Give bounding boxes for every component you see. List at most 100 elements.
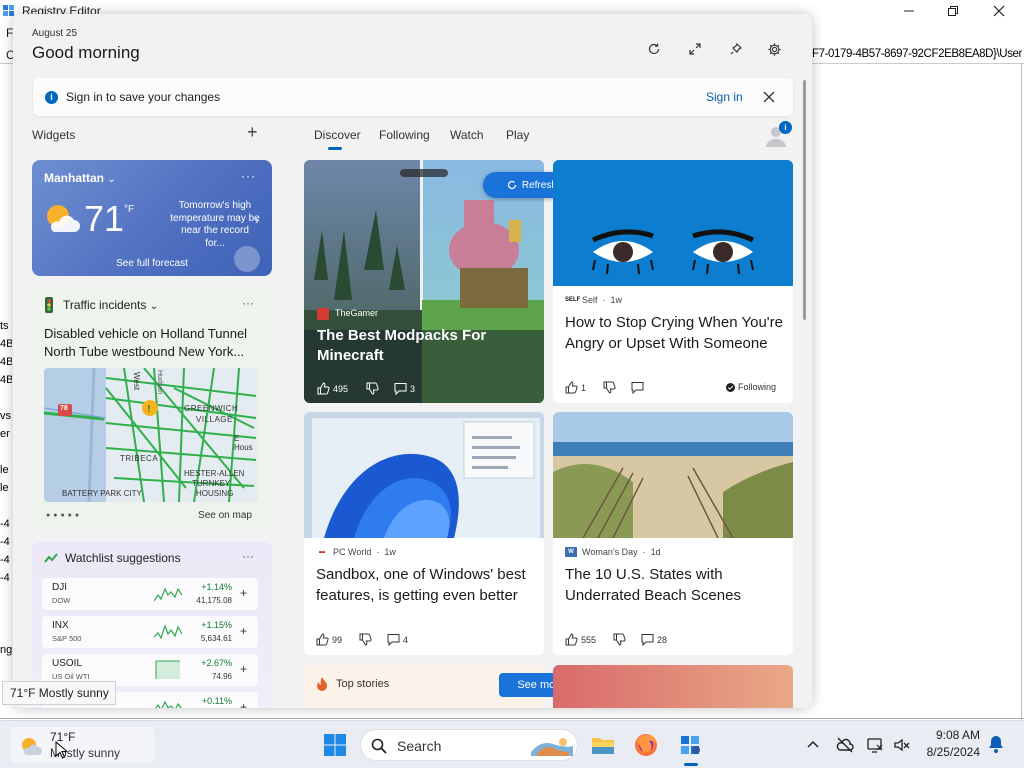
see-on-map-button[interactable]: See on map (190, 507, 260, 525)
notification-bell-icon[interactable] (988, 735, 1004, 753)
network-icon[interactable] (866, 736, 884, 754)
card-source[interactable]: ▬ PC World · 1w (316, 547, 396, 557)
add-stock-button[interactable]: + (240, 624, 247, 638)
card-title[interactable]: How to Stop Crying When You're Angry or … (565, 312, 785, 354)
mouse-cursor-icon (55, 741, 67, 759)
feed-card-crying[interactable]: SELF Self · 1w How to Stop Crying When You… (553, 160, 793, 403)
like-count: 555 (581, 634, 597, 645)
pin-button[interactable] (725, 38, 747, 60)
weather-widget[interactable]: Manhattan ⌄ ··· 71 °F Tomorrow's high te… (32, 160, 272, 276)
comment-button[interactable]: 28 (641, 633, 667, 646)
stock-symbol: USOIL (52, 658, 83, 669)
expand-button[interactable] (684, 38, 706, 60)
weather-unit: °F (124, 204, 135, 215)
close-window-button[interactable] (976, 0, 1022, 22)
card-source[interactable]: SELF Self · 1w (565, 295, 622, 305)
signin-link[interactable]: Sign in (706, 90, 743, 104)
taskbar-date[interactable]: 8/25/2024 (918, 745, 980, 759)
watchlist-more-button[interactable]: ··· (242, 549, 254, 563)
registry-editor-icon[interactable] (677, 731, 705, 759)
add-stock-button[interactable]: + (240, 662, 247, 676)
traffic-more-button[interactable]: ··· (242, 296, 254, 310)
tab-discover[interactable]: Discover (314, 128, 361, 142)
source-logo: W (565, 547, 577, 557)
chevron-up-icon[interactable] (804, 736, 822, 754)
registry-tree-pane: ts 4B 4B 4B vs er le le -4 -4 -4 -4 ng (0, 64, 12, 714)
map-label: GREENWICH (184, 404, 239, 413)
card-source[interactable]: W Woman's Day · 1d (565, 547, 661, 557)
profile-badge: i (779, 121, 792, 134)
thumbs-down-icon[interactable] (366, 382, 379, 395)
add-stock-button[interactable]: + (240, 586, 247, 600)
carousel-dots[interactable]: ●●●●● (46, 512, 82, 519)
gear-icon (767, 42, 781, 56)
stock-row[interactable]: INX S&P 500 +1.15% 5,634.61 + (42, 616, 258, 648)
thumbs-down-icon[interactable] (603, 381, 616, 394)
traffic-light-icon (45, 297, 53, 313)
traffic-title[interactable]: Traffic incidents ⌄ (63, 298, 158, 312)
file-explorer-icon[interactable] (589, 731, 617, 759)
like-button[interactable]: 1 (565, 381, 586, 394)
like-button[interactable]: 495 (317, 382, 348, 395)
card-source[interactable]: TheGamer (335, 308, 378, 318)
weather-location[interactable]: Manhattan ⌄ (44, 171, 116, 185)
add-stock-button[interactable]: + (240, 700, 247, 708)
refresh-feed-button[interactable] (643, 38, 665, 60)
comment-button[interactable]: 3 (394, 382, 415, 395)
map-label: E Hous (234, 434, 253, 452)
stock-change: +1.15% (201, 620, 232, 630)
info-icon: i (45, 91, 58, 104)
close-banner-icon[interactable] (760, 88, 778, 106)
panel-scrollbar[interactable] (803, 80, 806, 320)
thumbs-down-icon[interactable] (613, 633, 626, 646)
taskbar: 71°F Mostly sunny Search 9:08 AM 8/25/20… (0, 720, 1024, 768)
restore-button[interactable] (930, 0, 976, 22)
partly-sunny-icon (22, 738, 42, 755)
start-button-icon[interactable] (323, 733, 347, 757)
like-count: 495 (333, 383, 349, 394)
tree-fragment: ts (0, 320, 9, 332)
firefox-icon[interactable] (632, 731, 660, 759)
following-indicator[interactable]: Following (726, 382, 776, 392)
feed-card-sandbox[interactable]: ▬ PC World · 1w Sandbox, one of Windows' b… (304, 412, 544, 655)
taskbar-search-box[interactable]: Search (360, 729, 578, 761)
card-title[interactable]: The 10 U.S. States with Underrated Beach… (565, 564, 785, 606)
feed-card-beaches[interactable]: W Woman's Day · 1d The 10 U.S. States with… (553, 412, 793, 655)
traffic-description[interactable]: Disabled vehicle on Holland Tunnel North… (44, 325, 264, 361)
add-widget-button[interactable]: + (247, 122, 258, 143)
beach-image (553, 412, 793, 538)
tab-watch[interactable]: Watch (450, 128, 484, 142)
feed-card-partial[interactable] (553, 665, 793, 708)
map-label: Hudson (156, 370, 163, 395)
settings-button[interactable] (763, 38, 785, 60)
loading-spinner-icon (507, 180, 516, 190)
comment-button[interactable]: 4 (387, 633, 408, 646)
tab-play[interactable]: Play (506, 128, 529, 142)
card-title[interactable]: The Best Modpacks For Minecraft (317, 326, 532, 366)
taskbar-weather-button[interactable]: 71°F Mostly sunny (10, 727, 154, 763)
onedrive-icon[interactable] (836, 736, 854, 754)
taskbar-time[interactable]: 9:08 AM (918, 728, 980, 742)
traffic-map[interactable]: ! 78 West Hudson GREENWICH VILLAGE TRIBE… (44, 368, 258, 502)
weather-alert-text[interactable]: Tomorrow's high temperature may be near … (170, 200, 260, 250)
tree-fragment: le (0, 482, 9, 494)
stock-symbol: INX (52, 620, 69, 631)
panel-greeting: Good morning (32, 43, 140, 62)
see-forecast-link[interactable]: See full forecast (32, 258, 272, 269)
like-button[interactable]: 555 (565, 633, 596, 646)
minimize-button[interactable] (886, 0, 932, 22)
chevron-right-icon[interactable]: › (255, 213, 259, 227)
like-button[interactable]: 99 (316, 633, 342, 646)
stock-value: 74.96 (211, 672, 232, 681)
map-label: HESTER-ALLEN (184, 469, 245, 478)
card-title[interactable]: Sandbox, one of Windows' best features, … (316, 564, 536, 606)
stock-row[interactable]: DJI DOW +1.14% 41,175.08 + (42, 578, 258, 610)
tab-following[interactable]: Following (379, 128, 430, 142)
stock-name: S&P 500 (52, 634, 82, 643)
volume-muted-icon[interactable] (893, 736, 911, 754)
comment-icon[interactable] (631, 381, 644, 394)
weather-more-button[interactable]: ··· (241, 169, 256, 183)
thumbs-down-icon[interactable] (359, 633, 372, 646)
traffic-widget[interactable]: Traffic incidents ⌄ ··· Disabled vehicle… (32, 290, 272, 530)
highway-shield-label: 78 (60, 405, 68, 412)
